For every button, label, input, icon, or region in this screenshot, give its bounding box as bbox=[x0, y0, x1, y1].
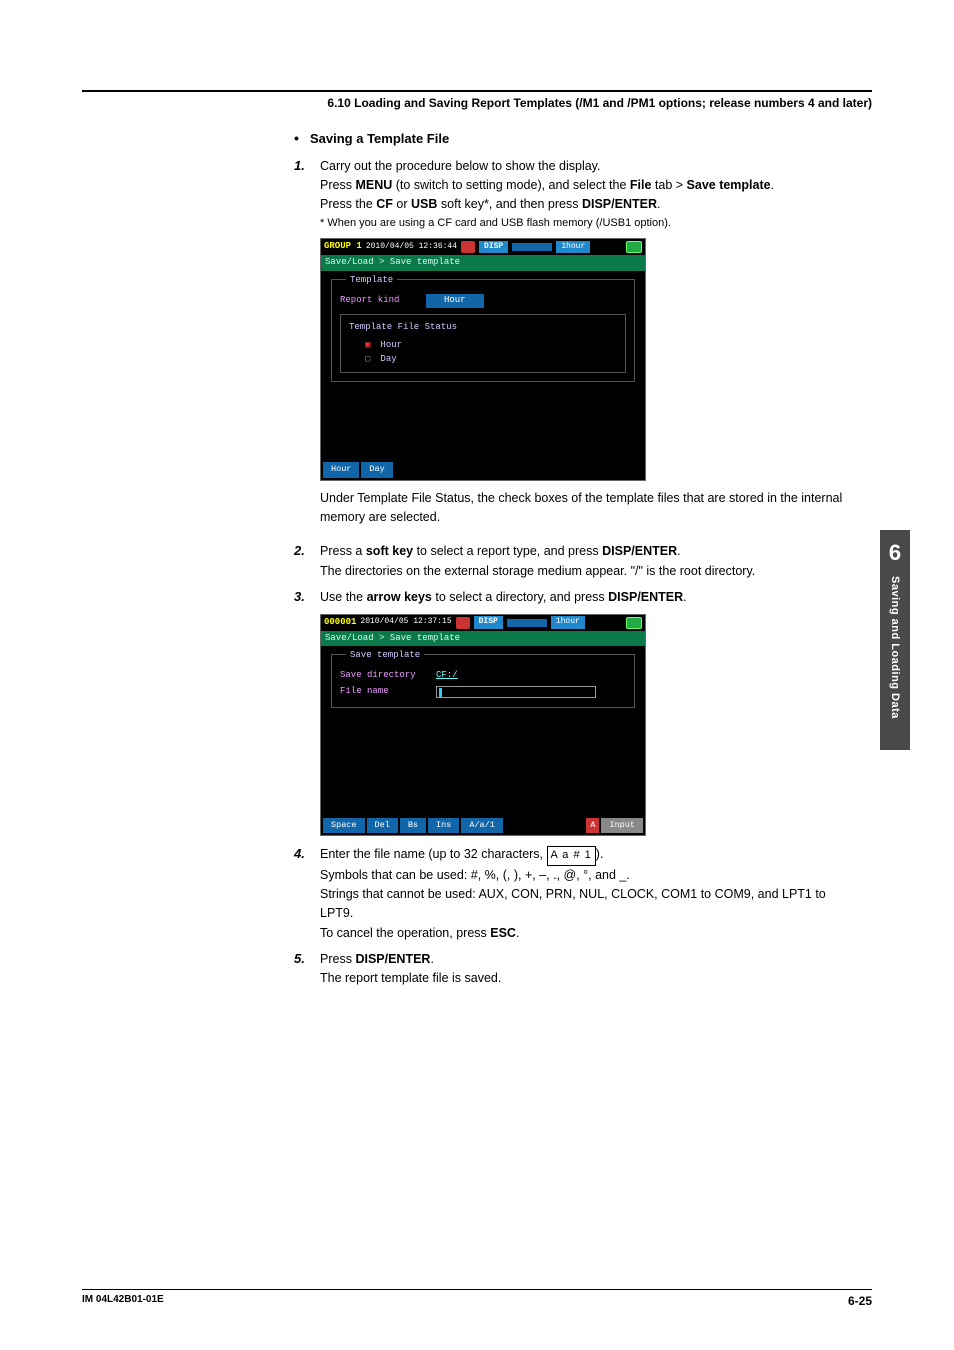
record-icon bbox=[461, 241, 475, 253]
panel-title: Save template bbox=[346, 649, 424, 663]
disp-label: DISP bbox=[479, 241, 508, 253]
section-header: 6.10 Loading and Saving Report Templates… bbox=[82, 96, 872, 110]
step5-line1: Press DISP/ENTER. bbox=[320, 950, 854, 969]
breadcrumb: Save/Load > Save template bbox=[321, 255, 645, 271]
checkbox-on-icon: ▣ bbox=[365, 339, 370, 353]
step4-strings: Strings that cannot be used: AUX, CON, P… bbox=[320, 885, 854, 924]
softkey-space[interactable]: Space bbox=[323, 818, 365, 833]
interval-badge: 1hour bbox=[556, 241, 590, 253]
chapter-title: Saving and Loading Data bbox=[889, 576, 901, 719]
page-number: 6-25 bbox=[848, 1294, 872, 1308]
ss1-group: GROUP 1 bbox=[324, 240, 362, 254]
step4-line1: Enter the file name (up to 32 characters… bbox=[320, 845, 854, 865]
file-name-label: File name bbox=[340, 685, 428, 699]
step1-footnote: * When you are using a CF card and USB f… bbox=[330, 215, 854, 232]
step1-detail-2: Press the CF or USB soft key*, and then … bbox=[320, 195, 854, 214]
softkey-a[interactable]: A bbox=[586, 818, 599, 833]
step-number-3: 3. bbox=[294, 587, 320, 607]
char-mode-box: A a # 1 bbox=[547, 846, 596, 865]
panel-title: Template bbox=[346, 274, 397, 288]
chapter-tab: 6 Saving and Loading Data bbox=[880, 530, 910, 750]
step-number-4: 4. bbox=[294, 844, 320, 864]
status-day: Day bbox=[380, 353, 396, 367]
step-number-2: 2. bbox=[294, 541, 320, 561]
softkey-input[interactable]: Input bbox=[601, 818, 643, 833]
interval-badge: 1hour bbox=[551, 616, 585, 628]
device-screenshot-2: 000001 2010/04/05 12:37:15 DISP 1hour Sa… bbox=[320, 614, 646, 837]
step-number-5: 5. bbox=[294, 949, 320, 969]
step4-symbols: Symbols that can be used: #, %, (, ), +,… bbox=[320, 866, 854, 885]
record-icon bbox=[456, 617, 470, 629]
save-dir-value[interactable]: CF:/ bbox=[436, 669, 458, 683]
softkey-hour[interactable]: Hour bbox=[323, 462, 359, 477]
softkey-mode[interactable]: A/a/1 bbox=[461, 818, 503, 833]
page-footer: IM 04L42B01-01E 6-25 bbox=[82, 1289, 872, 1308]
bullet-dot: • bbox=[294, 128, 310, 150]
step3-line1: Use the arrow keys to select a directory… bbox=[320, 588, 854, 607]
ss2-datetime: 2010/04/05 12:37:15 bbox=[360, 616, 451, 628]
step2-line2: The directories on the external storage … bbox=[320, 562, 854, 581]
softkey-bs[interactable]: Bs bbox=[400, 818, 426, 833]
file-name-input[interactable] bbox=[436, 686, 596, 698]
softkey-del[interactable]: Del bbox=[367, 818, 398, 833]
step1-detail-1: Press MENU (to switch to setting mode), … bbox=[320, 176, 854, 195]
breadcrumb: Save/Load > Save template bbox=[321, 631, 645, 647]
disp-label: DISP bbox=[474, 616, 503, 628]
step1-text: Carry out the procedure below to show th… bbox=[320, 157, 854, 176]
softkey-day[interactable]: Day bbox=[361, 462, 392, 477]
status-hour: Hour bbox=[380, 339, 402, 353]
step5-line2: The report template file is saved. bbox=[320, 969, 854, 988]
status-title: Template File Status bbox=[349, 321, 617, 335]
media-icon bbox=[626, 617, 642, 629]
chapter-number: 6 bbox=[889, 540, 901, 566]
step4-cancel: To cancel the operation, press ESC. bbox=[320, 924, 854, 943]
ss1-datetime: 2010/04/05 12:36:44 bbox=[366, 241, 457, 253]
bullet-title: Saving a Template File bbox=[310, 129, 449, 149]
save-dir-label: Save directory bbox=[340, 669, 428, 683]
doc-number: IM 04L42B01-01E bbox=[82, 1294, 164, 1308]
report-kind-label: Report kind bbox=[340, 294, 420, 308]
step-number-1: 1. bbox=[294, 156, 320, 176]
after-ss1-text: Under Template File Status, the check bo… bbox=[320, 489, 854, 528]
checkbox-off-icon: ▢ bbox=[365, 353, 370, 367]
report-kind-value[interactable]: Hour bbox=[426, 294, 484, 308]
softkey-ins[interactable]: Ins bbox=[428, 818, 459, 833]
media-icon bbox=[626, 241, 642, 253]
step2-line1: Press a soft key to select a report type… bbox=[320, 542, 854, 561]
device-screenshot-1: GROUP 1 2010/04/05 12:36:44 DISP 1hour S… bbox=[320, 238, 646, 481]
ss2-group: 000001 bbox=[324, 616, 356, 630]
